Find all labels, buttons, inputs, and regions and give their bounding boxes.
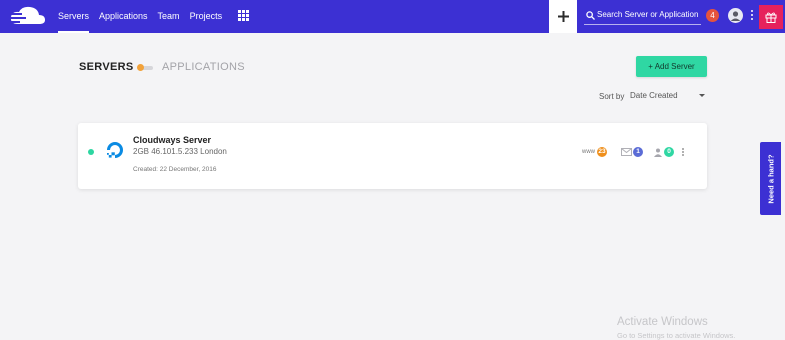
gift-icon	[765, 12, 777, 23]
user-avatar[interactable]	[728, 8, 743, 23]
nav-servers[interactable]: Servers	[58, 0, 90, 33]
search-icon	[586, 11, 595, 20]
server-meta: 2GB 46.101.5.233 London	[133, 147, 227, 156]
gift-button[interactable]	[759, 5, 783, 29]
servers-applications-toggle[interactable]	[137, 64, 154, 71]
apps-grid-icon[interactable]	[238, 10, 249, 21]
nav-team[interactable]: Team	[158, 0, 180, 33]
nav-applications[interactable]: Applications	[99, 0, 148, 33]
mail-count-badge: 1	[633, 147, 643, 157]
user-icon	[730, 11, 741, 21]
header-more-menu[interactable]	[750, 9, 754, 23]
sort-label: Sort by	[599, 92, 625, 101]
server-users-count[interactable]: 0	[654, 147, 674, 157]
www-label: www	[582, 149, 595, 155]
main-nav: Servers Applications Team Projects	[58, 0, 232, 33]
quick-add-button[interactable]	[549, 0, 577, 33]
activate-windows-subtitle: Go to Settings to activate Windows.	[617, 331, 736, 340]
server-name[interactable]: Cloudways Server	[133, 135, 211, 145]
activate-windows-title: Activate Windows	[617, 316, 708, 328]
plus-icon	[557, 11, 569, 22]
cloudways-logo[interactable]	[8, 5, 48, 27]
server-more-menu[interactable]	[681, 148, 685, 158]
nav-projects[interactable]: Projects	[190, 0, 223, 33]
server-status-dot	[88, 149, 94, 155]
sort-dropdown[interactable]: Date Created	[630, 91, 705, 103]
tab-applications[interactable]: APPLICATIONS	[162, 61, 245, 73]
server-created-date: Created: 22 December, 2016	[133, 166, 217, 173]
search-placeholder: Search Server or Application	[597, 10, 699, 19]
notification-badge[interactable]: 4	[706, 9, 719, 22]
server-apps-count[interactable]: www 23	[582, 147, 607, 157]
www-count-badge: 23	[597, 147, 607, 157]
need-a-hand-label: Need a hand?	[766, 153, 775, 204]
add-server-button[interactable]: + Add Server	[636, 56, 707, 77]
top-navbar: Servers Applications Team Projects Searc…	[0, 0, 785, 33]
chevron-down-icon	[699, 94, 705, 97]
users-count-badge: 0	[664, 147, 674, 157]
user-icon	[654, 148, 662, 157]
tab-servers[interactable]: SERVERS	[79, 61, 133, 73]
mail-icon	[621, 148, 632, 156]
search-input[interactable]: Search Server or Application	[584, 8, 701, 25]
digitalocean-icon	[107, 142, 123, 158]
server-card[interactable]: Cloudways Server 2GB 46.101.5.233 London…	[78, 123, 707, 189]
sort-value: Date Created	[630, 91, 678, 100]
need-a-hand-button[interactable]: Need a hand?	[760, 142, 781, 215]
server-mail-count[interactable]: 1	[621, 147, 643, 157]
